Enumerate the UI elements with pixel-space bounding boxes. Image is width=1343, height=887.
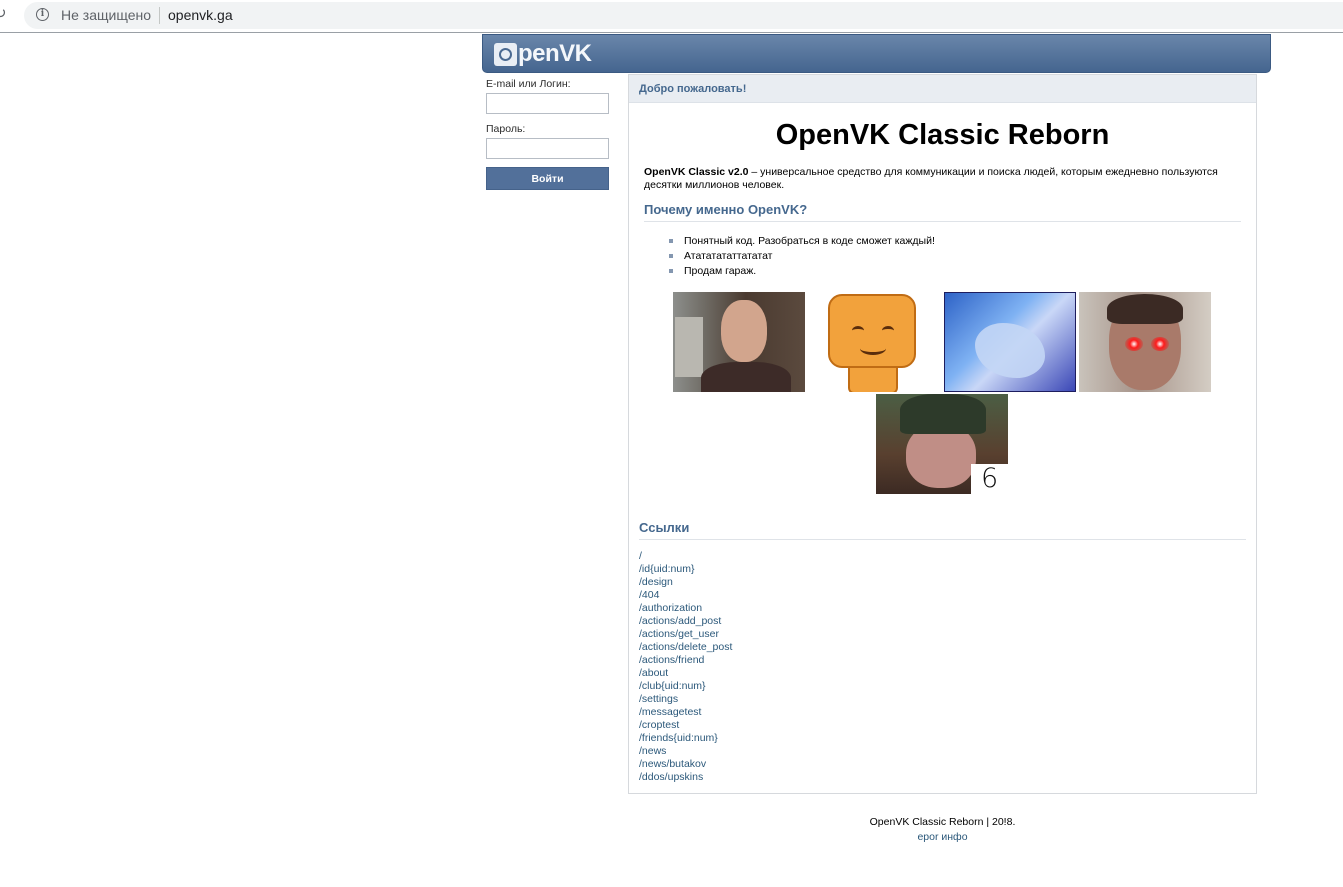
person-body bbox=[701, 362, 791, 392]
footer-link[interactable]: ероr инфо bbox=[917, 831, 967, 843]
feature-item: Продам гараж. bbox=[669, 264, 935, 279]
login-button[interactable]: Войти bbox=[486, 167, 609, 190]
route-link[interactable]: /croptest bbox=[639, 719, 679, 731]
route-link[interactable]: /actions/get_user bbox=[639, 628, 719, 640]
feature-item: Понятный код. Разобраться в коде сможет … bbox=[669, 234, 935, 249]
main-panel: Добро пожаловать! OpenVK Classic Reborn … bbox=[628, 74, 1257, 794]
mascot-eye bbox=[882, 326, 894, 335]
wall-picture bbox=[675, 317, 703, 377]
gallery-image-1 bbox=[673, 292, 805, 392]
route-link[interactable]: /ddos/upskins bbox=[639, 771, 703, 783]
intro-bold: OpenVK Classic v2.0 bbox=[644, 166, 749, 178]
url-text[interactable]: openvk.ga bbox=[168, 7, 233, 23]
route-link[interactable]: /friends{uid:num} bbox=[639, 732, 718, 744]
links-heading: Ссылки bbox=[639, 520, 1246, 540]
why-heading: Почему именно OpenVK? bbox=[644, 202, 1241, 222]
reload-icon[interactable]: ↻ bbox=[0, 6, 8, 21]
links-list: / /id{uid:num} /design /404 /authorizati… bbox=[639, 550, 732, 784]
page-title: OpenVK Classic Reborn bbox=[775, 119, 1110, 151]
gallery-image-2 bbox=[808, 292, 940, 392]
login-form: E-mail или Логин: Пароль: Войти bbox=[486, 78, 610, 190]
route-link[interactable]: /actions/delete_post bbox=[639, 641, 732, 653]
logo-text: penVK bbox=[518, 40, 592, 67]
drawing-creature bbox=[975, 323, 1045, 378]
mascot-head bbox=[828, 294, 916, 368]
route-link[interactable]: / bbox=[639, 550, 642, 562]
address-bar[interactable]: i Не защищено openvk.ga bbox=[24, 2, 1343, 29]
route-link[interactable]: /actions/friend bbox=[639, 654, 704, 666]
image-number: 6 bbox=[981, 463, 999, 494]
glowing-eye bbox=[1125, 337, 1143, 351]
address-divider bbox=[159, 7, 160, 24]
route-link[interactable]: /club{uid:num} bbox=[639, 680, 706, 692]
route-link[interactable]: /design bbox=[639, 576, 673, 588]
person-face bbox=[721, 300, 767, 362]
gallery-image-4 bbox=[1079, 292, 1211, 392]
password-label: Пароль: bbox=[486, 123, 526, 135]
browser-toolbar: ↻ i Не защищено openvk.ga bbox=[0, 0, 1343, 33]
route-link[interactable]: /actions/add_post bbox=[639, 615, 721, 627]
logo-o-icon bbox=[494, 42, 517, 66]
route-link[interactable]: /404 bbox=[639, 589, 659, 601]
mascot-mouth bbox=[860, 342, 886, 355]
feature-list: Понятный код. Разобраться в коде сможет … bbox=[669, 234, 935, 279]
route-link[interactable]: /news/butakov bbox=[639, 758, 706, 770]
route-link[interactable]: /id{uid:num} bbox=[639, 563, 694, 575]
gallery-image-3 bbox=[944, 292, 1076, 392]
glowing-eye bbox=[1151, 337, 1169, 351]
footer-copyright: OpenVK Classic Reborn | 20!8. bbox=[869, 816, 1016, 828]
email-field[interactable] bbox=[486, 93, 609, 114]
person-hat bbox=[900, 394, 986, 434]
route-link[interactable]: /settings bbox=[639, 693, 678, 705]
password-field[interactable] bbox=[486, 138, 609, 159]
feature-item: Атататататтататат bbox=[669, 249, 935, 264]
route-link[interactable]: /messagetest bbox=[639, 706, 701, 718]
welcome-bar: Добро пожаловать! bbox=[629, 75, 1256, 103]
mascot-eye bbox=[852, 326, 864, 335]
route-link[interactable]: /about bbox=[639, 667, 668, 679]
route-link[interactable]: /news bbox=[639, 745, 666, 757]
email-label: E-mail или Логин: bbox=[486, 78, 571, 90]
site-header: penVK bbox=[482, 34, 1271, 73]
footer: OpenVK Classic Reborn | 20!8. ероr инфо bbox=[628, 815, 1257, 845]
security-label: Не защищено bbox=[61, 7, 151, 23]
site-logo[interactable]: penVK bbox=[494, 39, 592, 69]
route-link[interactable]: /authorization bbox=[639, 602, 702, 614]
intro-text: OpenVK Classic v2.0 – универсальное сред… bbox=[644, 166, 1234, 192]
person-hair bbox=[1107, 294, 1183, 324]
info-icon[interactable]: i bbox=[36, 8, 49, 21]
